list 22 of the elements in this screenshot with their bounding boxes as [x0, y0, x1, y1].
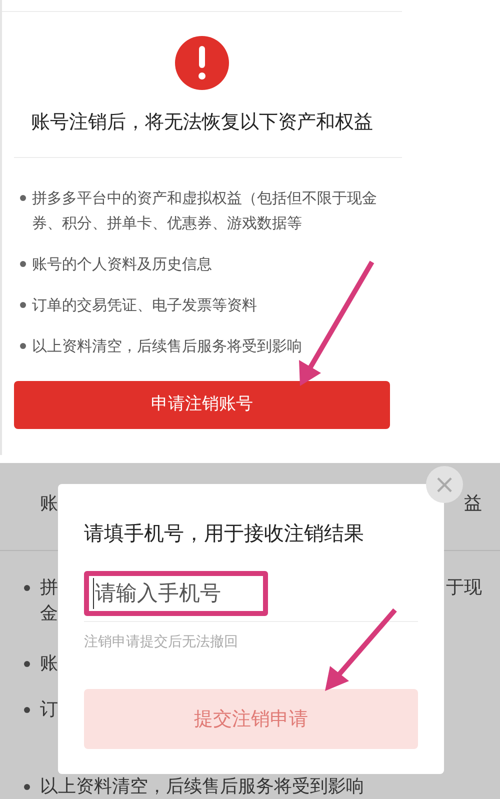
- notice-text: 注销申请提交后无法撤回: [84, 633, 239, 652]
- apply-button[interactable]: 申请注销账号: [14, 380, 390, 428]
- warning-icon: [175, 36, 229, 90]
- phone-input-field[interactable]: 请输入手机号: [84, 570, 268, 616]
- background-text: 订: [40, 699, 58, 721]
- background-text: 账: [40, 493, 58, 515]
- background-text: 金: [40, 603, 58, 625]
- background-text: 拼: [40, 577, 58, 599]
- warning-title: 账号注销后，将无法恢复以下资产和权益: [30, 110, 374, 135]
- bullet-icon: [20, 302, 26, 308]
- background-text: 于现: [446, 577, 482, 599]
- dialog-title: 请填手机号，用于接收注销结果: [84, 520, 365, 547]
- background-text: 以上资料清空，后续售后服务将受到影响: [40, 776, 364, 798]
- bullet-icon: [20, 260, 26, 266]
- bullet-icon: [20, 194, 26, 200]
- background-text: 账: [40, 653, 58, 675]
- background-text: 益: [464, 493, 482, 515]
- bullet-icon: [20, 342, 26, 348]
- list-item-text: 订单的交易凭证、电子发票等资料: [32, 294, 257, 316]
- list-item-text: 账号的个人资料及历史信息: [32, 254, 212, 274]
- list-item-text: 拼多多平台中的资产和虚拟权益（包括但不限于现金券、积分、拼单卡、优惠券、游戏数据等: [32, 188, 378, 234]
- list-item-text: 以上资料清空，后续售后服务将受到影响: [32, 336, 302, 356]
